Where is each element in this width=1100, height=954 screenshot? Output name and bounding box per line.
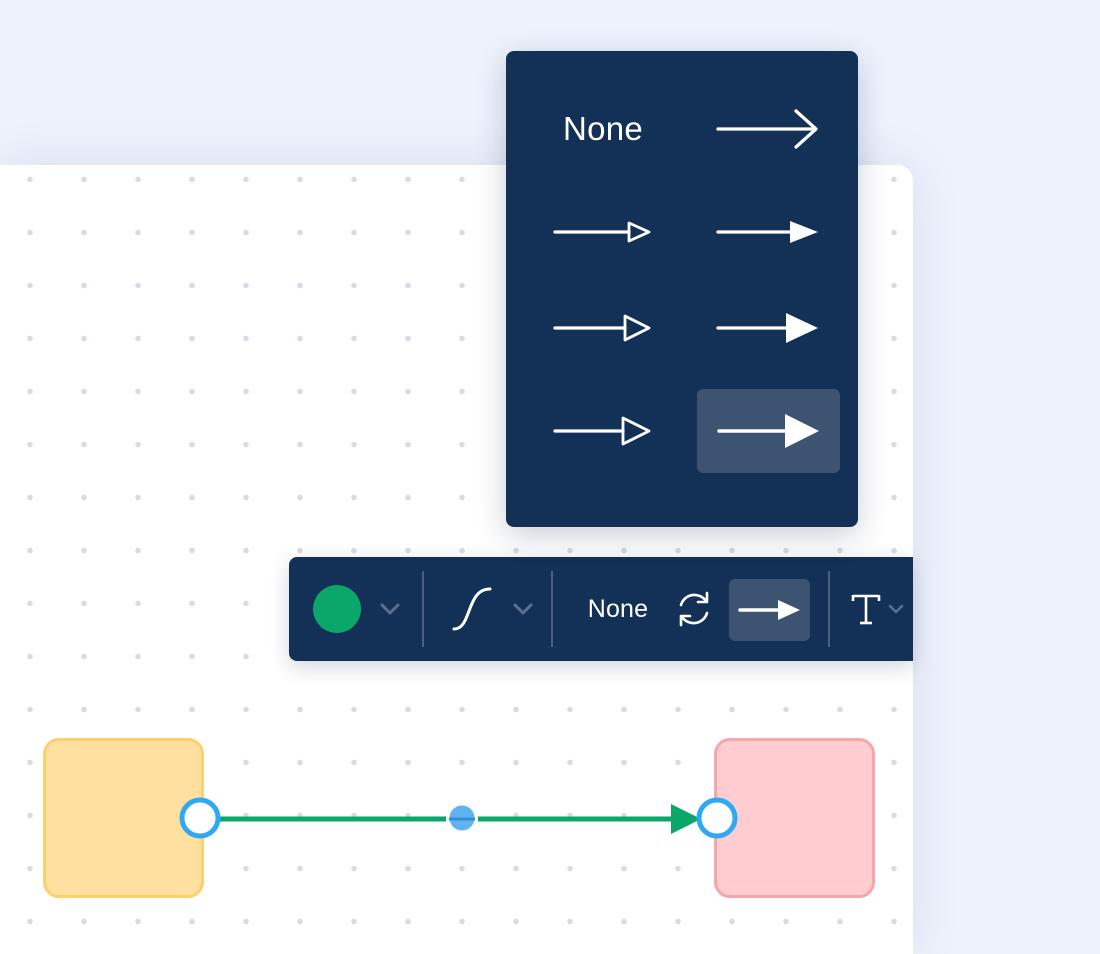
arrow-style-popup: None — [506, 51, 858, 527]
hollow-triangle-arrow-icon — [551, 413, 655, 449]
text-style-picker[interactable] — [841, 579, 913, 639]
arrow-option-filled-medium[interactable] — [696, 286, 840, 370]
arrow-option-line[interactable] — [696, 86, 840, 172]
toolbar-divider — [828, 571, 830, 647]
arrow-option-filled-large[interactable] — [697, 389, 840, 473]
filled-arrow-icon — [736, 595, 804, 625]
filled-triangle-arrow-icon — [715, 411, 823, 451]
start-arrow-picker[interactable]: None — [573, 583, 663, 635]
swap-arrows-button[interactable] — [670, 583, 718, 635]
toolbar-divider — [422, 571, 424, 647]
start-arrow-label: None — [587, 594, 649, 623]
curve-line-icon — [448, 584, 498, 634]
arrow-option-none[interactable]: None — [528, 86, 678, 172]
connector-toolbar: None — [289, 557, 913, 661]
line-type-picker[interactable] — [441, 579, 541, 639]
line-color-swatch — [313, 585, 361, 633]
end-arrow-picker[interactable] — [729, 579, 810, 641]
arrow-option-hollow-small[interactable] — [528, 190, 678, 274]
connector-start-handle[interactable] — [179, 797, 221, 839]
line-color-picker[interactable] — [307, 579, 407, 639]
toolbar-divider — [551, 571, 553, 647]
chevron-down-icon — [888, 604, 904, 614]
filled-triangle-arrow-icon — [714, 217, 822, 247]
arrow-option-hollow-large[interactable] — [528, 389, 678, 473]
swap-arrows-icon — [673, 588, 715, 630]
connector-arrowhead — [671, 804, 701, 834]
arrow-option-none-label: None — [562, 110, 644, 147]
chevron-down-icon — [379, 602, 401, 616]
line-arrow-icon — [714, 105, 822, 153]
arrow-option-filled-small[interactable] — [696, 190, 840, 274]
text-style-icon — [850, 592, 882, 626]
chevron-down-icon — [512, 602, 534, 616]
arrow-option-hollow-medium[interactable] — [528, 286, 678, 370]
connector-end-handle[interactable] — [696, 797, 738, 839]
filled-triangle-arrow-icon — [714, 310, 822, 346]
hollow-triangle-arrow-icon — [551, 217, 655, 247]
hollow-triangle-arrow-icon — [551, 310, 655, 346]
